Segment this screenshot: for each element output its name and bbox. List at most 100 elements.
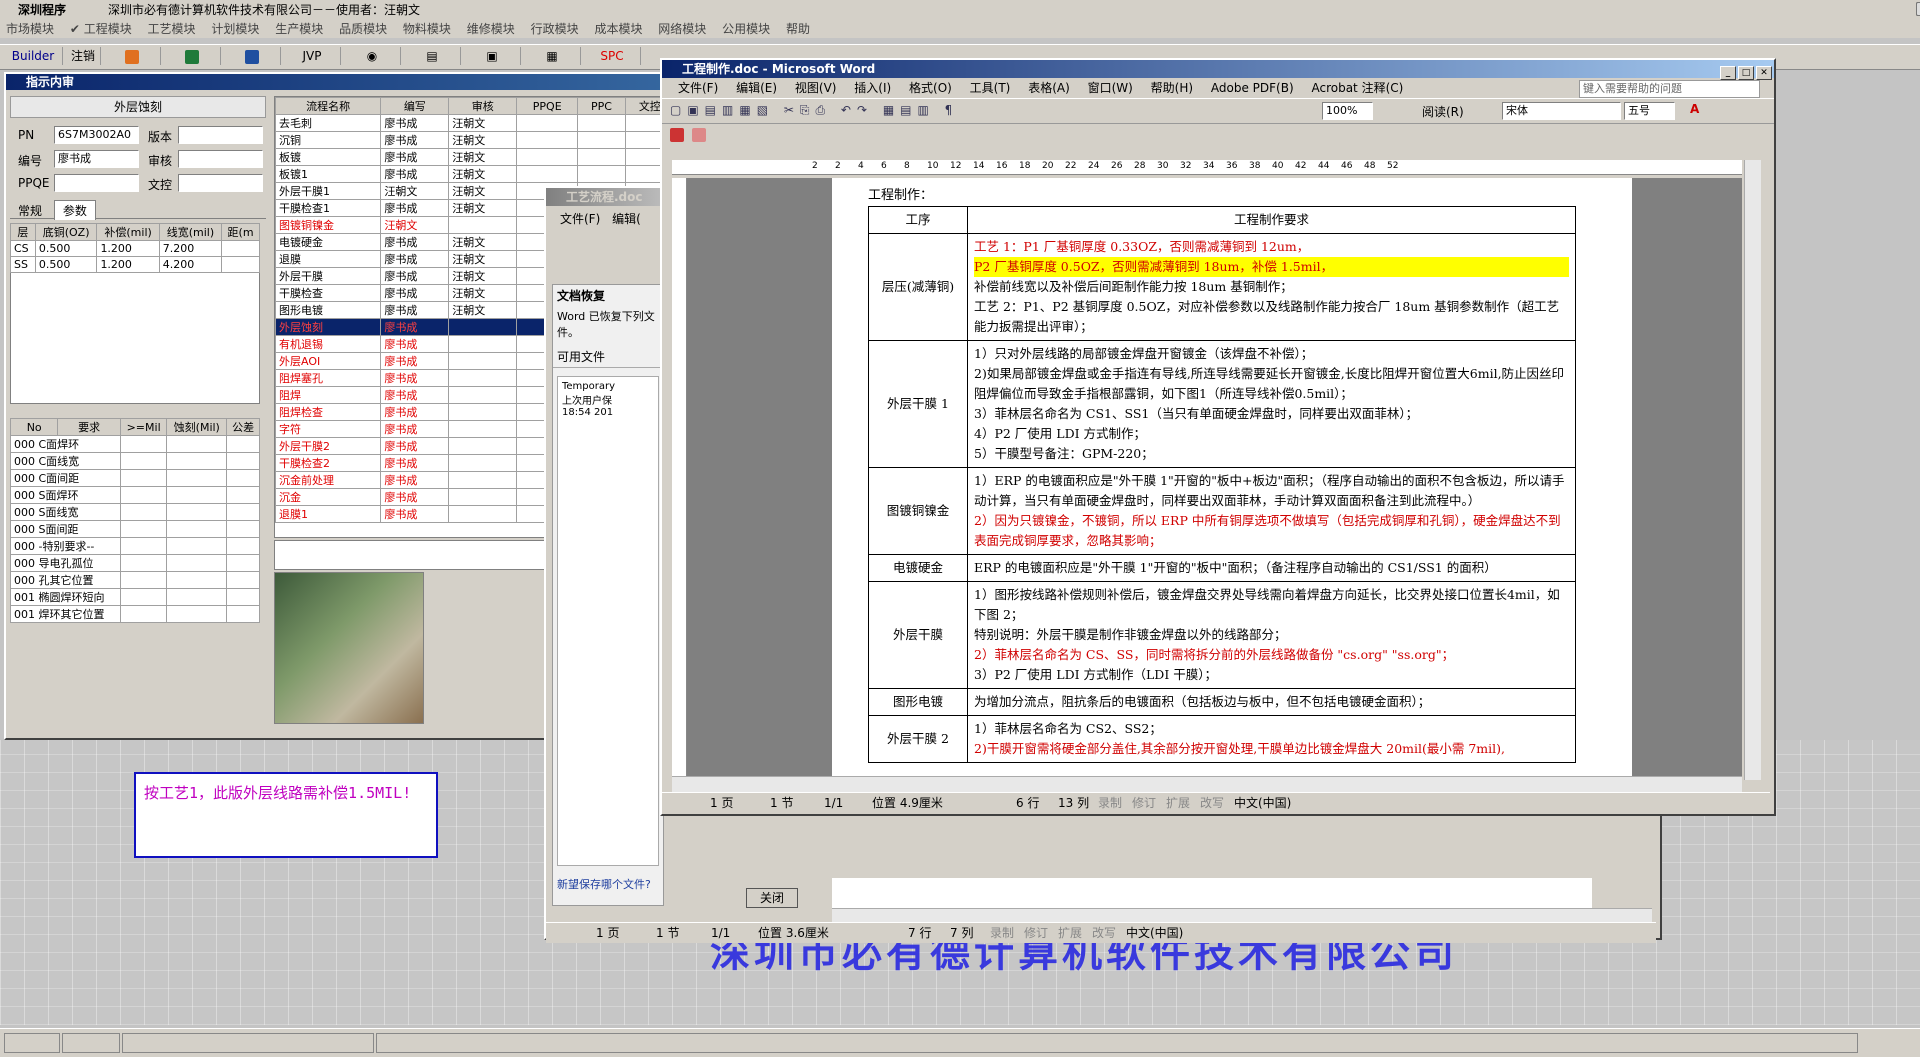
close-icon[interactable] <box>1916 2 1920 16</box>
ppqe-field[interactable] <box>54 174 139 192</box>
doc-control-field[interactable] <box>178 174 263 192</box>
pdf-icon[interactable] <box>670 127 684 142</box>
menu-common[interactable]: 公用模块 <box>716 18 776 37</box>
menu-view[interactable]: 视图(V) <box>795 81 837 95</box>
recovered-file-info: 上次用户保 <box>562 396 612 407</box>
menu-insert[interactable]: 插入(I) <box>854 81 891 95</box>
param-col-comp: 补偿(mil) <box>96 223 160 241</box>
menu-material[interactable]: 物料模块 <box>397 18 457 37</box>
font-color-icon[interactable]: A <box>1690 102 1699 116</box>
menu-cost[interactable]: 成本模块 <box>588 18 648 37</box>
table-row[interactable]: 去毛刺 廖书成 汪朝文 <box>275 114 675 132</box>
list-item[interactable]: 000 -特别要求-- <box>10 537 260 555</box>
step-requirements[interactable]: ERP 的电镀面积应是"外干膜 1"开窗的"板中"面积；（备注程序自动输出的 C… <box>967 554 1576 582</box>
pn-field[interactable]: 6S7M3002A0 <box>54 126 139 144</box>
read-button[interactable]: 阅读(R) <box>1422 103 1464 120</box>
list-item[interactable]: 001 椭圆焊环短向 <box>10 588 260 606</box>
author-field[interactable]: 廖书成 <box>54 150 139 168</box>
list-item[interactable]: 000 S面焊环 <box>10 486 260 504</box>
logout-button[interactable]: 注销 <box>66 47 101 65</box>
help-question-input[interactable]: 键入需要帮助的问题 <box>1579 80 1760 98</box>
menu-acrobat-comments[interactable]: Acrobat 注释(C) <box>1311 81 1403 95</box>
requirement-line: 3）菲林层名命名为 CS1、SS1（当只有单面硬金焊盘时，同样要出双面菲林）； <box>974 406 1419 421</box>
horizontal-scrollbar[interactable] <box>672 776 1742 793</box>
font-size-select[interactable]: 五号 <box>1624 102 1675 120</box>
process-doc-menu-file[interactable]: 文件(F) <box>560 212 600 226</box>
menu-plan[interactable]: 计划模块 <box>205 18 265 37</box>
table-row[interactable]: CS 0.500 1.200 7.200 <box>10 240 260 257</box>
menu-format[interactable]: 格式(O) <box>909 81 952 95</box>
step-requirements[interactable]: 1）菲林层名命名为 CS2、SS2； 2)干膜开窗需将硬金部分盖住,其余部分按开窗… <box>967 715 1576 763</box>
recovered-file-item[interactable]: Temporary 上次用户保 18:54 201 <box>557 376 659 866</box>
list-item[interactable]: 000 C面线宽 <box>10 452 260 470</box>
book-icon[interactable]: ▤ <box>404 47 461 65</box>
list-item[interactable]: 000 S面间距 <box>10 520 260 538</box>
ruler-tick-label: 30 <box>1157 161 1169 171</box>
list-item[interactable]: 000 C面间距 <box>10 469 260 487</box>
step-requirements[interactable]: 工艺 1：P1 厂基铜厚度 0.33OZ，否则需减薄铜到 12um， P2 厂基铜… <box>967 233 1576 341</box>
word-icon[interactable] <box>224 47 281 65</box>
list-item[interactable]: 000 导电孔孤位 <box>10 554 260 572</box>
table-row[interactable]: SS 0.500 1.200 4.200 <box>10 256 260 273</box>
review-field[interactable] <box>178 150 263 168</box>
board-photo <box>274 572 424 724</box>
menu-help[interactable]: 帮助 <box>780 18 816 37</box>
list-item[interactable]: 000 S面线宽 <box>10 503 260 521</box>
version-field[interactable] <box>178 126 263 144</box>
table-row[interactable]: 板镀 廖书成 汪朝文 <box>275 148 675 166</box>
menu-window[interactable]: 窗口(W) <box>1088 81 1133 95</box>
printer-icon[interactable]: ▦ <box>524 47 581 65</box>
menu-network[interactable]: 网络模块 <box>652 18 712 37</box>
menu-quality[interactable]: 品质模块 <box>333 18 393 37</box>
menu-edit[interactable]: 编辑(E) <box>736 81 777 95</box>
horizontal-ruler[interactable]: 2 2 4 6 8 10 12 14 16 18 20 22 24 26 28 30 32 34 36 38 40 42 4… <box>672 160 1742 175</box>
step-requirements[interactable]: 1）ERP 的电镀面积应是"外干膜 1"开窗的"板中+板边"面积；（程序自动输出… <box>967 467 1576 555</box>
menu-tools[interactable]: 工具(T) <box>970 81 1011 95</box>
cell-author: 廖书成 <box>380 335 450 353</box>
cell-author: 廖书成 <box>380 301 450 319</box>
menu-file[interactable]: 文件(F) <box>678 81 718 95</box>
recovery-close-button[interactable]: 关闭 <box>746 888 798 908</box>
tool-icon-1[interactable] <box>104 47 161 65</box>
menu-market[interactable]: 市场模块 <box>0 18 60 37</box>
list-item[interactable]: 000 孔其它位置 <box>10 571 260 589</box>
menu-adobe-pdf[interactable]: Adobe PDF(B) <box>1211 81 1294 95</box>
font-select[interactable]: 宋体 <box>1502 102 1621 120</box>
zoom-select[interactable]: 100% <box>1322 102 1373 120</box>
jvp-button[interactable]: JVP <box>284 47 341 65</box>
menu-production[interactable]: 生产模块 <box>269 18 329 37</box>
table-row[interactable]: 沉铜 廖书成 汪朝文 <box>275 131 675 149</box>
menu-maintenance[interactable]: 维修模块 <box>461 18 521 37</box>
step-requirements[interactable]: 1）图形按线路补偿规则补偿后，镀金焊盘交界处导线需向着焊盘方向延长，比交界处接口… <box>967 581 1576 689</box>
save-question-link[interactable]: 新望保存哪个文件? <box>553 874 663 894</box>
list-item[interactable]: 001 焊环其它位置 <box>10 605 260 623</box>
list-item[interactable]: 000 C面焊环 <box>10 435 260 453</box>
excel-icon[interactable] <box>164 47 221 65</box>
tab-params[interactable]: 参数 <box>53 200 96 220</box>
ruler-tick-label: 46 <box>1341 161 1353 171</box>
table-row[interactable]: 板镀1 廖书成 汪朝文 <box>275 165 675 183</box>
network-icon[interactable]: ▣ <box>464 47 521 65</box>
eye-icon[interactable]: ◉ <box>344 47 401 65</box>
document-page[interactable]: 工程制作： 工序 工程制作要求 层压(减薄铜) 工艺 1：P1 厂基铜厚度 0.3… <box>832 178 1632 780</box>
word-title: 工程制作.doc - Microsoft Word <box>682 62 876 76</box>
step-requirements[interactable]: 1）只对外层线路的局部镀金焊盘开窗镀金（该焊盘不补偿）； 2)如果局部镀金焊盘或金… <box>967 340 1576 468</box>
spc-button[interactable]: SPC <box>584 47 641 65</box>
available-files-label: 可用文件 <box>553 346 663 368</box>
pdf-comment-icon[interactable] <box>692 127 706 142</box>
menu-table[interactable]: 表格(A) <box>1028 81 1070 95</box>
menu-engineering[interactable]: ✔ 工程模块 <box>64 18 138 37</box>
requirement-line: 为增加分流点，阻抗条后的电镀面积（包括板边与板中，但不包括电镀硬金面积）； <box>974 694 1431 709</box>
process-doc-menu-edit[interactable]: 编辑( <box>612 212 641 226</box>
step-requirements[interactable]: 为增加分流点，阻抗条后的电镀面积（包括板边与板中，但不包括电镀硬金面积）； <box>967 688 1576 716</box>
vertical-ruler[interactable] <box>672 178 687 780</box>
menu-admin[interactable]: 行政模块 <box>525 18 585 37</box>
standard-toolbar-icons[interactable]: ▢▣▤▥▦▧ ✂⎘⎙ ↶↷ ▦▤▥ ¶ <box>670 103 958 118</box>
menu-help[interactable]: 帮助(H) <box>1151 81 1193 95</box>
cell-name: 板镀 <box>275 148 382 166</box>
tab-general[interactable]: 常规 <box>10 201 50 220</box>
vertical-scrollbar[interactable] <box>1744 160 1761 780</box>
builder-button[interactable]: Builder <box>4 47 63 65</box>
menu-process[interactable]: 工艺模块 <box>142 18 202 37</box>
main-menu-bar: 市场模块 ✔ 工程模块 工艺模块 计划模块 生产模块 品质模块 物料模块 维修模… <box>0 18 1920 38</box>
